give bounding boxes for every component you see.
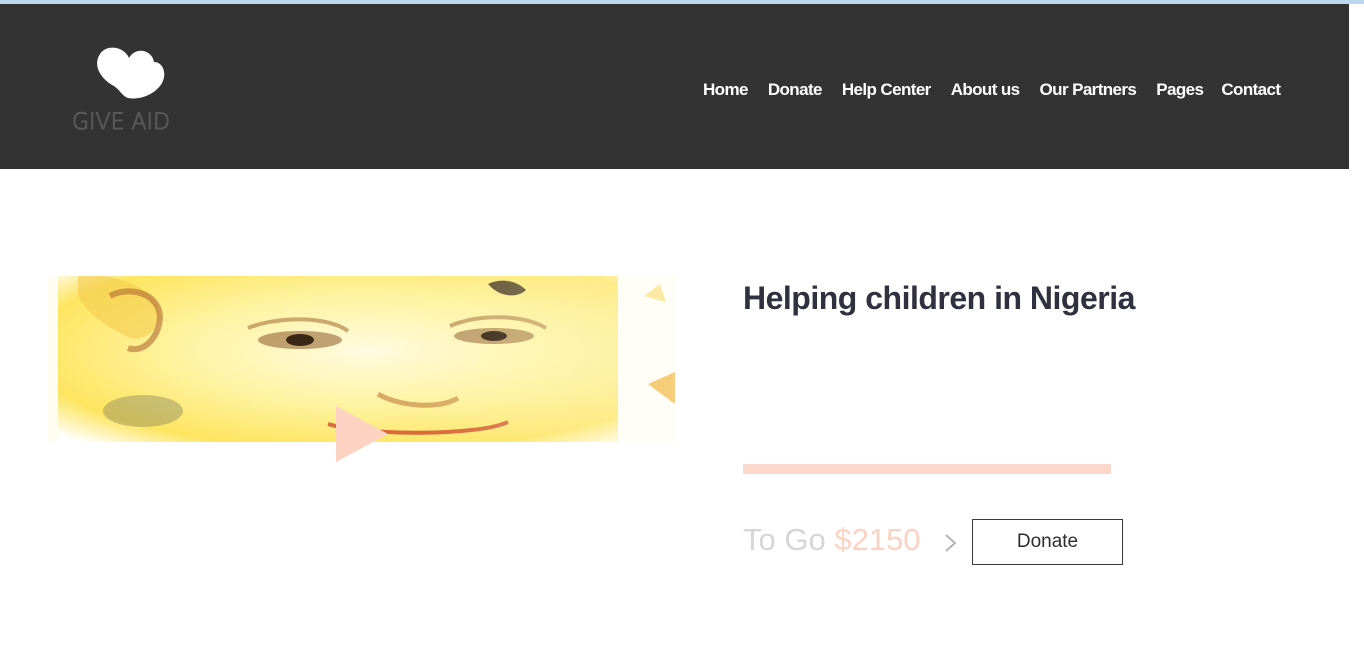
nav-donate[interactable]: Donate [768, 80, 823, 100]
donation-progress-bar [743, 464, 1111, 474]
donation-progress-fill [743, 464, 1111, 474]
main-nav: Home Donate Help Center About us Our Par… [703, 80, 1281, 100]
nav-help-center[interactable]: Help Center [842, 80, 931, 100]
nav-our-partners[interactable]: Our Partners [1040, 80, 1137, 100]
nav-contact[interactable]: Contact [1221, 80, 1281, 100]
chevron-right-icon [945, 534, 957, 552]
amount-to-go: To Go $2150 [743, 522, 921, 558]
site-header: GIVE AID Home Donate Help Center About u… [0, 4, 1349, 169]
to-go-label: To Go [743, 522, 826, 557]
play-icon[interactable] [336, 406, 388, 462]
logo-text: GIVE AID [72, 110, 171, 136]
site-logo[interactable]: GIVE AID [72, 44, 192, 136]
nav-pages[interactable]: Pages [1156, 80, 1204, 100]
donate-button[interactable]: Donate [972, 519, 1123, 565]
campaign-title: Helping children in Nigeria [743, 280, 1135, 316]
nav-about-us[interactable]: About us [951, 80, 1020, 100]
nav-home[interactable]: Home [703, 80, 748, 100]
to-go-amount: $2150 [834, 522, 921, 557]
page-gutter [1349, 4, 1364, 645]
heart-logo-icon [97, 47, 165, 99]
